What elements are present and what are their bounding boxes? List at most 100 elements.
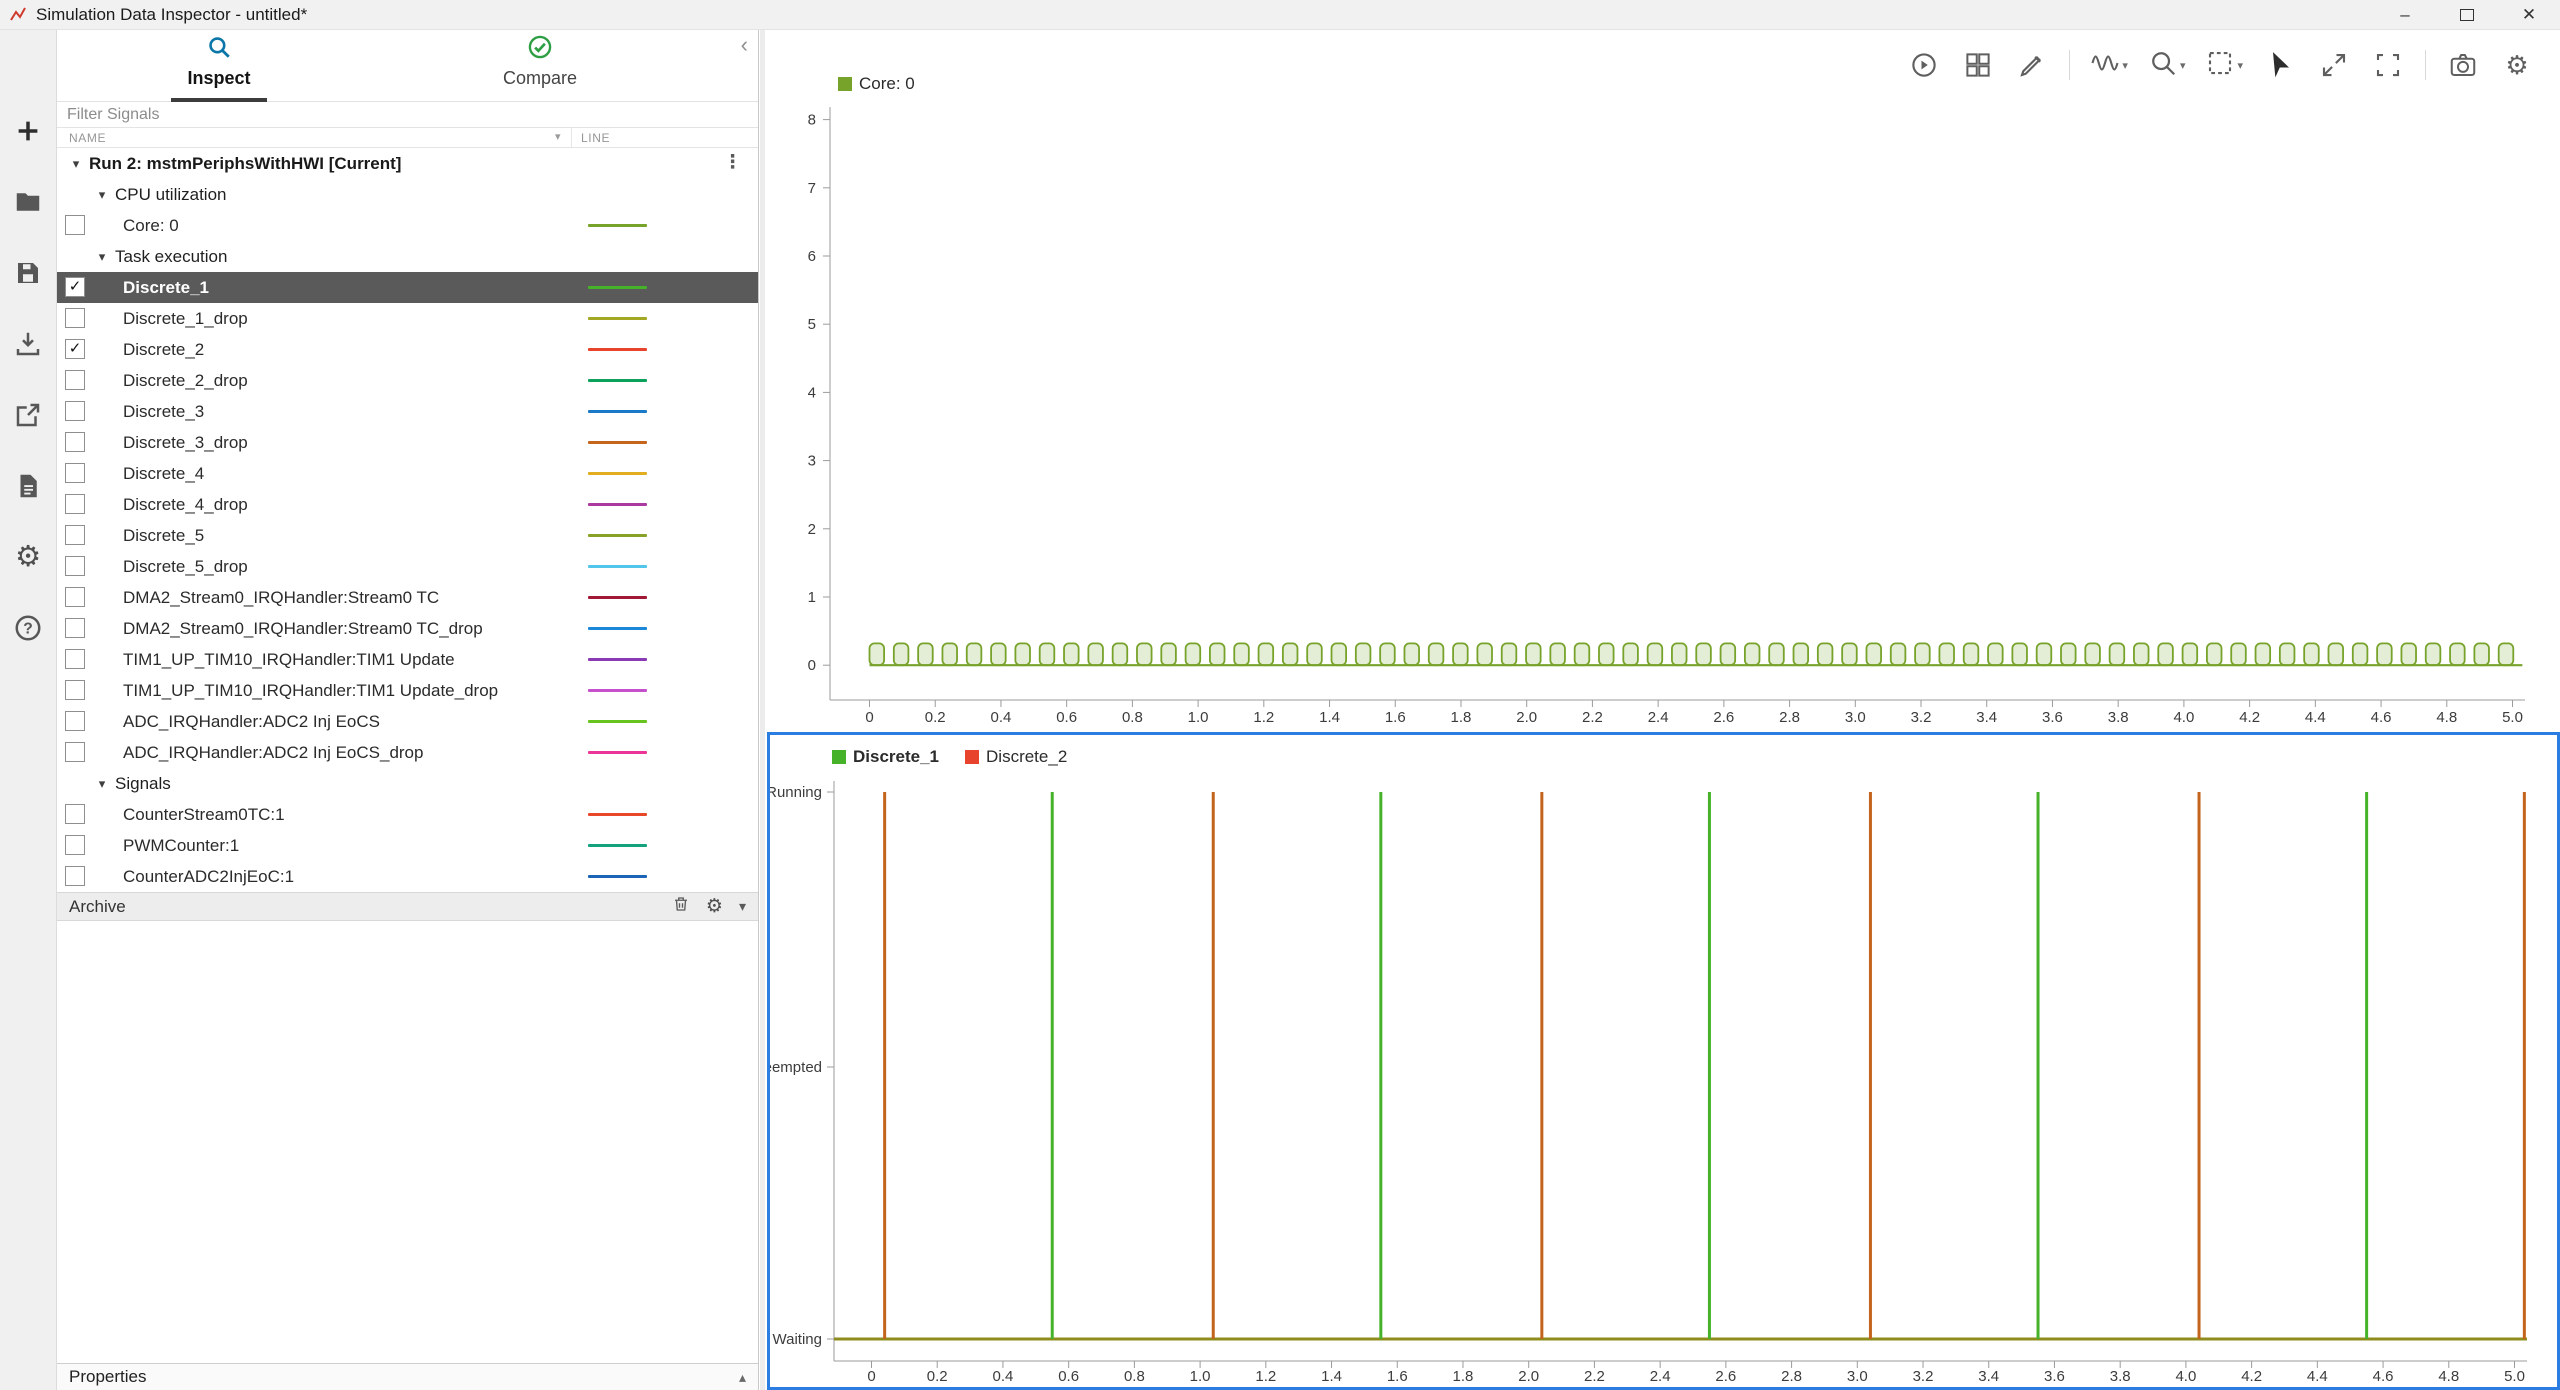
signal-row[interactable]: DMA2_Stream0_IRQHandler:Stream0 TC [57,582,758,613]
signal-checkbox[interactable] [65,649,85,669]
task-plot-container[interactable]: Discrete_1 Discrete_2 00.20.40.60.81.01.2… [767,732,2560,1390]
signal-row[interactable]: Discrete_5_drop [57,551,758,582]
signal-checkbox[interactable] [65,556,85,576]
signal-row[interactable]: ADC_IRQHandler:ADC2 Inj EoCS_drop [57,737,758,768]
signal-checkbox[interactable] [65,618,85,638]
line-column-header[interactable]: LINE [581,131,610,145]
legend-item[interactable]: Discrete_2 [965,747,1067,767]
expand-plot-button[interactable] [2317,48,2351,82]
tab-inspect[interactable]: Inspect [144,34,294,102]
expand-caret-icon[interactable]: ▾ [93,776,111,792]
signal-row[interactable]: Discrete_3 [57,396,758,427]
signal-checkbox[interactable] [65,463,85,483]
signal-checkbox[interactable] [65,308,85,328]
signal-checkbox[interactable] [65,835,85,855]
signal-checkbox[interactable] [65,680,85,700]
run-menu-button[interactable]: ⋮ [723,151,742,174]
sort-caret-icon[interactable]: ▾ [555,130,561,143]
name-column-header[interactable]: NAME [69,131,106,145]
signal-checkbox[interactable] [65,866,85,886]
plot-settings-button[interactable]: ⚙ [2500,48,2534,82]
signal-label: Discrete_3 [123,402,204,422]
zoom-options-button[interactable]: ▾ [2148,48,2186,83]
signal-trace-options-button[interactable]: ▾ [2090,48,2128,83]
close-button[interactable]: ✕ [2498,0,2560,29]
archive-chevron-down-icon[interactable]: ▾ [739,898,746,915]
legend-item[interactable]: Discrete_1 [832,747,939,767]
signal-checkbox[interactable] [65,711,85,731]
maximize-button[interactable] [2436,0,2498,29]
utilization-plot-svg[interactable]: 00.20.40.60.81.01.21.41.61.82.02.22.42.6… [765,30,2560,732]
task-plot-svg[interactable]: 00.20.40.60.81.01.21.41.61.82.02.22.42.6… [770,735,2557,1387]
signal-row[interactable]: Discrete_3_drop [57,427,758,458]
signal-label: PWMCounter:1 [123,836,239,856]
signal-line-swatch [588,317,647,320]
signal-row[interactable]: Discrete_2_drop [57,365,758,396]
preferences-button[interactable]: ⚙ [9,538,47,576]
signal-label: Core: 0 [123,216,179,236]
signal-checkbox[interactable] [65,587,85,607]
signal-row[interactable]: Core: 0 [57,210,758,241]
signal-row[interactable]: CounterStream0TC:1 [57,799,758,830]
collapse-panel-icon[interactable]: ‹ [741,32,748,58]
signal-checkbox[interactable] [65,742,85,762]
signal-checkbox[interactable] [65,804,85,824]
signal-checkbox[interactable]: ✓ [65,339,85,359]
add-button[interactable] [9,112,47,150]
signal-checkbox[interactable] [65,401,85,421]
signal-row[interactable]: TIM1_UP_TIM10_IRQHandler:TIM1 Update_dro… [57,675,758,706]
group-row[interactable]: ▾CPU utilization [57,179,758,210]
expand-caret-icon[interactable]: ▾ [67,156,85,172]
run-header-row[interactable]: ▾Run 2: mstmPeriphsWithHWI [Current]⋮ [57,148,758,179]
signal-row[interactable]: Discrete_4_drop [57,489,758,520]
signal-row[interactable]: DMA2_Stream0_IRQHandler:Stream0 TC_drop [57,613,758,644]
group-row[interactable]: ▾Signals [57,768,758,799]
signal-row[interactable]: ✓Discrete_1 [57,272,758,303]
signal-checkbox[interactable] [65,370,85,390]
properties-chevron-up-icon[interactable]: ▴ [739,1369,746,1386]
signal-checkbox[interactable] [65,215,85,235]
subplot-layout-button[interactable] [1961,48,1995,82]
svg-text:3.6: 3.6 [2044,1368,2065,1385]
minimize-button[interactable]: – [2374,0,2436,29]
signal-row[interactable]: Discrete_4 [57,458,758,489]
trash-icon[interactable] [672,895,690,918]
archive-gear-icon[interactable]: ⚙ [706,897,723,916]
signal-checkbox[interactable] [65,494,85,514]
replay-button[interactable] [1907,48,1941,82]
brush-button[interactable] [2015,48,2049,82]
snapshot-camera-button[interactable] [2446,48,2480,82]
signal-checkbox[interactable]: ✓ [65,277,85,297]
group-row[interactable]: ▾Task execution [57,241,758,272]
tab-compare[interactable]: Compare [465,34,615,102]
signal-row[interactable]: Discrete_5 [57,520,758,551]
open-folder-button[interactable] [9,183,47,221]
chevron-down-icon: ▾ [2122,59,2128,72]
task-plot-legend: Discrete_1 Discrete_2 [832,747,1067,767]
signal-checkbox[interactable] [65,432,85,452]
pointer-tool-button[interactable] [2263,48,2297,82]
svg-text:2.6: 2.6 [1713,709,1734,726]
signal-row[interactable]: CounterADC2InjEoC:1 [57,861,758,892]
export-button[interactable] [9,396,47,434]
signal-row[interactable]: Discrete_1_drop [57,303,758,334]
filter-signals-input[interactable] [57,102,758,127]
signal-row[interactable]: TIM1_UP_TIM10_IRQHandler:TIM1 Update [57,644,758,675]
report-button[interactable] [9,467,47,505]
signal-row[interactable]: ADC_IRQHandler:ADC2 Inj EoCS [57,706,758,737]
signal-row[interactable]: PWMCounter:1 [57,830,758,861]
svg-text:2.6: 2.6 [1715,1368,1736,1385]
signal-checkbox[interactable] [65,525,85,545]
fullscreen-button[interactable] [2371,48,2405,82]
fit-to-view-button[interactable]: ▾ [2205,48,2243,83]
expand-caret-icon[interactable]: ▾ [93,187,111,203]
signal-row[interactable]: ✓Discrete_2 [57,334,758,365]
expand-caret-icon[interactable]: ▾ [93,249,111,265]
archive-bar[interactable]: Archive ⚙ ▾ [57,892,758,921]
save-button[interactable] [9,254,47,292]
help-button[interactable]: ? [9,609,47,647]
properties-bar[interactable]: Properties ▴ [57,1363,758,1390]
import-button[interactable] [9,325,47,363]
plot-pane: ▾ ▾ ▾ [765,30,2560,1390]
svg-text:5.0: 5.0 [2502,709,2523,726]
